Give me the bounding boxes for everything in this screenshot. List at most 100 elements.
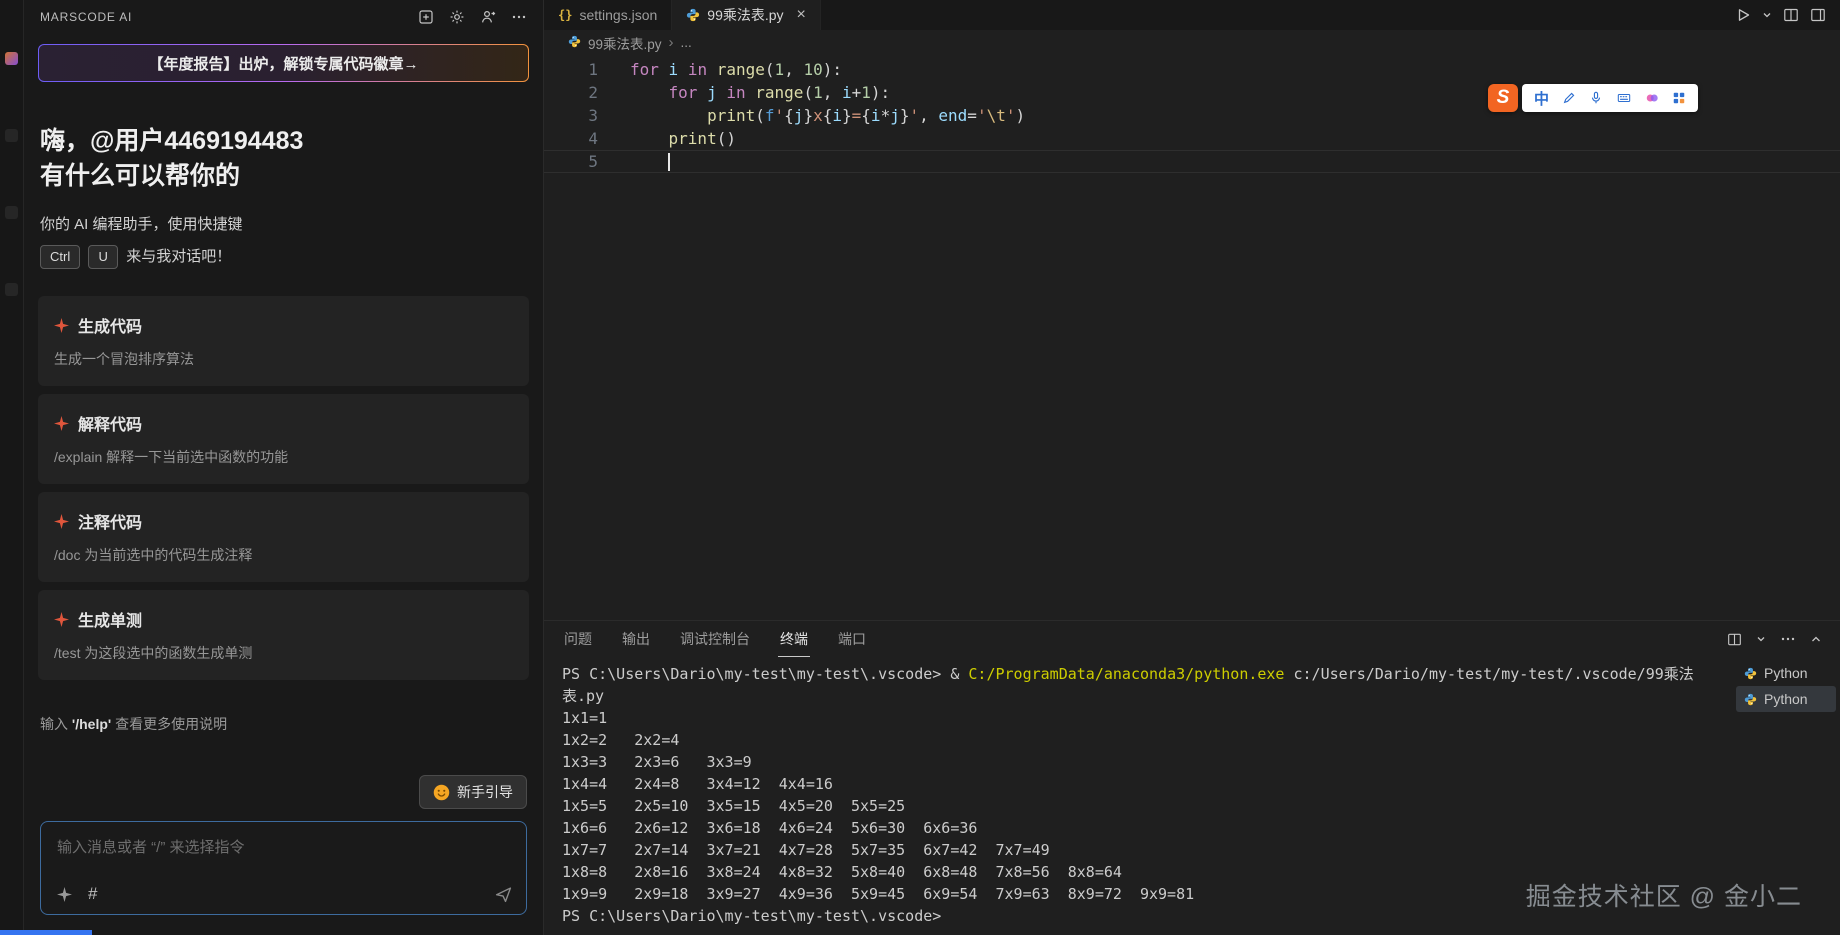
ime-lang-toggle[interactable]: 中 [1534, 88, 1549, 109]
panel-header-actions [1727, 631, 1822, 647]
activity-bar-icon[interactable] [5, 283, 18, 296]
ai-spark-icon [54, 416, 69, 431]
tab-label: settings.json [579, 7, 657, 23]
activity-bar-icon[interactable] [5, 129, 18, 142]
terminal-command-line: PS C:\Users\Dario\my-test\my-test\.vscod… [562, 663, 1736, 685]
activity-bar-icon[interactable] [5, 206, 18, 219]
onboarding-button[interactable]: 新手引导 [419, 775, 527, 809]
status-accent-bar [0, 930, 92, 935]
terminal-process-item[interactable]: Python [1736, 660, 1836, 686]
process-label: Python [1764, 691, 1808, 707]
code-line[interactable]: 1for i in range(1, 10): [544, 58, 1840, 81]
line-number: 5 [544, 150, 630, 173]
terminal-output-line: 1x7=7 2x7=14 3x7=21 4x7=28 5x7=35 6x7=42… [562, 839, 1736, 861]
editor-tab[interactable]: 99乘法表.py× [672, 0, 821, 30]
code-line[interactable]: 5 [544, 150, 1840, 173]
marscode-logo[interactable] [5, 52, 18, 65]
chevron-down-icon[interactable] [1756, 634, 1766, 644]
ime-toolbar: S 中 [1488, 84, 1698, 112]
sogou-logo[interactable]: S [1488, 84, 1518, 112]
editor-tabbar: {} settings.json 99乘法表.py× [544, 0, 1840, 30]
editor-region: {}settings.json99乘法表.py× [544, 0, 1840, 935]
banner-text: 【年度报告】出炉，解锁专属代码徽章→ [148, 53, 418, 74]
prompt-card-title: 生成单测 [78, 607, 142, 631]
toolbox-grid-icon[interactable] [1672, 91, 1686, 105]
activity-bar [0, 0, 24, 935]
process-label: Python [1764, 665, 1808, 681]
more-actions-icon[interactable] [511, 9, 527, 25]
context-hash-button[interactable]: # [88, 884, 97, 904]
skin-icon[interactable] [1645, 91, 1659, 105]
prompt-card[interactable]: 注释代码/doc 为当前选中的代码生成注释 [38, 492, 529, 582]
ai-spark-icon[interactable] [57, 887, 72, 902]
panel-tab[interactable]: 问题 [562, 621, 594, 657]
settings-gear-icon[interactable] [449, 9, 465, 25]
panel-tab[interactable]: 端口 [836, 621, 868, 657]
mic-icon[interactable] [1589, 91, 1603, 105]
python-icon [686, 8, 700, 22]
terminal-output-line: 1x5=5 2x5=10 3x5=15 4x5=20 5x5=25 [562, 795, 1736, 817]
vscode-window: MARSCODE AI 【年度报告】出炉，解锁专属代码徽章→ 嗨，@用户 [0, 0, 1840, 935]
code-area[interactable]: 1for i in range(1, 10):2 for j in range(… [544, 55, 1840, 620]
annual-report-banner[interactable]: 【年度报告】出炉，解锁专属代码徽章→ [38, 44, 529, 82]
line-number: 3 [544, 104, 630, 127]
terminal-output-line: 1x1=1 [562, 707, 1736, 729]
code-text: for j in range(1, i+1): [630, 81, 890, 104]
more-icon[interactable] [1780, 631, 1796, 647]
breadcrumb-more[interactable]: ... [681, 35, 692, 50]
keyboard-icon[interactable] [1616, 91, 1632, 105]
code-text: print(f'{j}x{i}={i*j}', end='\t') [630, 104, 1025, 127]
run-dropdown-chevron-icon[interactable] [1762, 10, 1772, 20]
prompt-cards: 生成代码生成一个冒泡排序算法解释代码/explain 解释一下当前选中函数的功能… [38, 296, 529, 688]
intro-suffix: 来与我对话吧！ [126, 246, 231, 268]
maximize-panel-chevron-icon[interactable] [1810, 633, 1822, 645]
editor-actions [1735, 0, 1840, 30]
account-icon[interactable] [480, 9, 496, 25]
prompt-card[interactable]: 生成单测/test 为这段选中的函数生成单测 [38, 590, 529, 680]
split-terminal-icon[interactable] [1727, 632, 1742, 647]
intro-text: 你的 AI 编程助手，使用快捷键 [40, 214, 527, 236]
chat-input-placeholder: 输入消息或者 “/” 来选择指令 [57, 836, 510, 857]
breadcrumb[interactable]: 99乘法表.py › ... [544, 30, 1840, 55]
chat-input-box[interactable]: 输入消息或者 “/” 来选择指令 # [40, 821, 527, 915]
terminal-exe-path: C:/ProgramData/anaconda3/python.exe [968, 665, 1284, 683]
line-number: 1 [544, 58, 630, 81]
handwriting-icon[interactable] [1562, 91, 1576, 105]
code-line[interactable]: 4 print() [544, 127, 1840, 150]
terminal-output-line: 1x2=2 2x2=4 [562, 729, 1736, 751]
editor-tab[interactable]: {} settings.json [544, 0, 672, 30]
python-icon [568, 35, 581, 51]
split-editor-icon[interactable] [1783, 7, 1799, 23]
prompt-card-desc: 生成一个冒泡排序算法 [54, 349, 513, 369]
ai-spark-icon [54, 612, 69, 627]
intro: 你的 AI 编程助手，使用快捷键 Ctrl U 来与我对话吧！ [40, 214, 527, 269]
line-number: 4 [544, 127, 630, 150]
json-braces-icon: {} [558, 8, 572, 22]
code-text: for i in range(1, 10): [630, 58, 842, 81]
breadcrumb-file[interactable]: 99乘法表.py [588, 33, 662, 53]
watermark: 掘金技术社区 @ 金小二 [1526, 877, 1802, 913]
send-icon[interactable] [495, 886, 512, 903]
python-icon [1744, 693, 1757, 706]
editor: {}settings.json99乘法表.py× [544, 0, 1840, 620]
prompt-card[interactable]: 解释代码/explain 解释一下当前选中函数的功能 [38, 394, 529, 484]
panel-tab[interactable]: 终端 [778, 621, 810, 657]
ctrl-key: Ctrl [40, 245, 80, 269]
u-key: U [88, 245, 118, 269]
panel-tab[interactable]: 输出 [620, 621, 652, 657]
prompt-card-title: 生成代码 [78, 313, 142, 337]
terminal-output-line: 1x3=3 2x3=6 3x3=9 [562, 751, 1736, 773]
new-chat-icon[interactable] [418, 9, 434, 25]
layout-icon[interactable] [1810, 7, 1826, 23]
close-icon[interactable]: × [797, 6, 806, 24]
line-number: 2 [544, 81, 630, 104]
prompt-card[interactable]: 生成代码生成一个冒泡排序算法 [38, 296, 529, 386]
python-icon [568, 35, 581, 48]
terminal-amp: & [950, 665, 959, 683]
prompt-card-desc: /test 为这段选中的函数生成单测 [54, 643, 513, 663]
terminal-process-item[interactable]: Python [1736, 686, 1836, 712]
run-icon[interactable] [1735, 7, 1751, 23]
panel-tab[interactable]: 调试控制台 [678, 621, 752, 657]
prompt-card-title: 注释代码 [78, 509, 142, 533]
python-icon [1744, 667, 1757, 680]
